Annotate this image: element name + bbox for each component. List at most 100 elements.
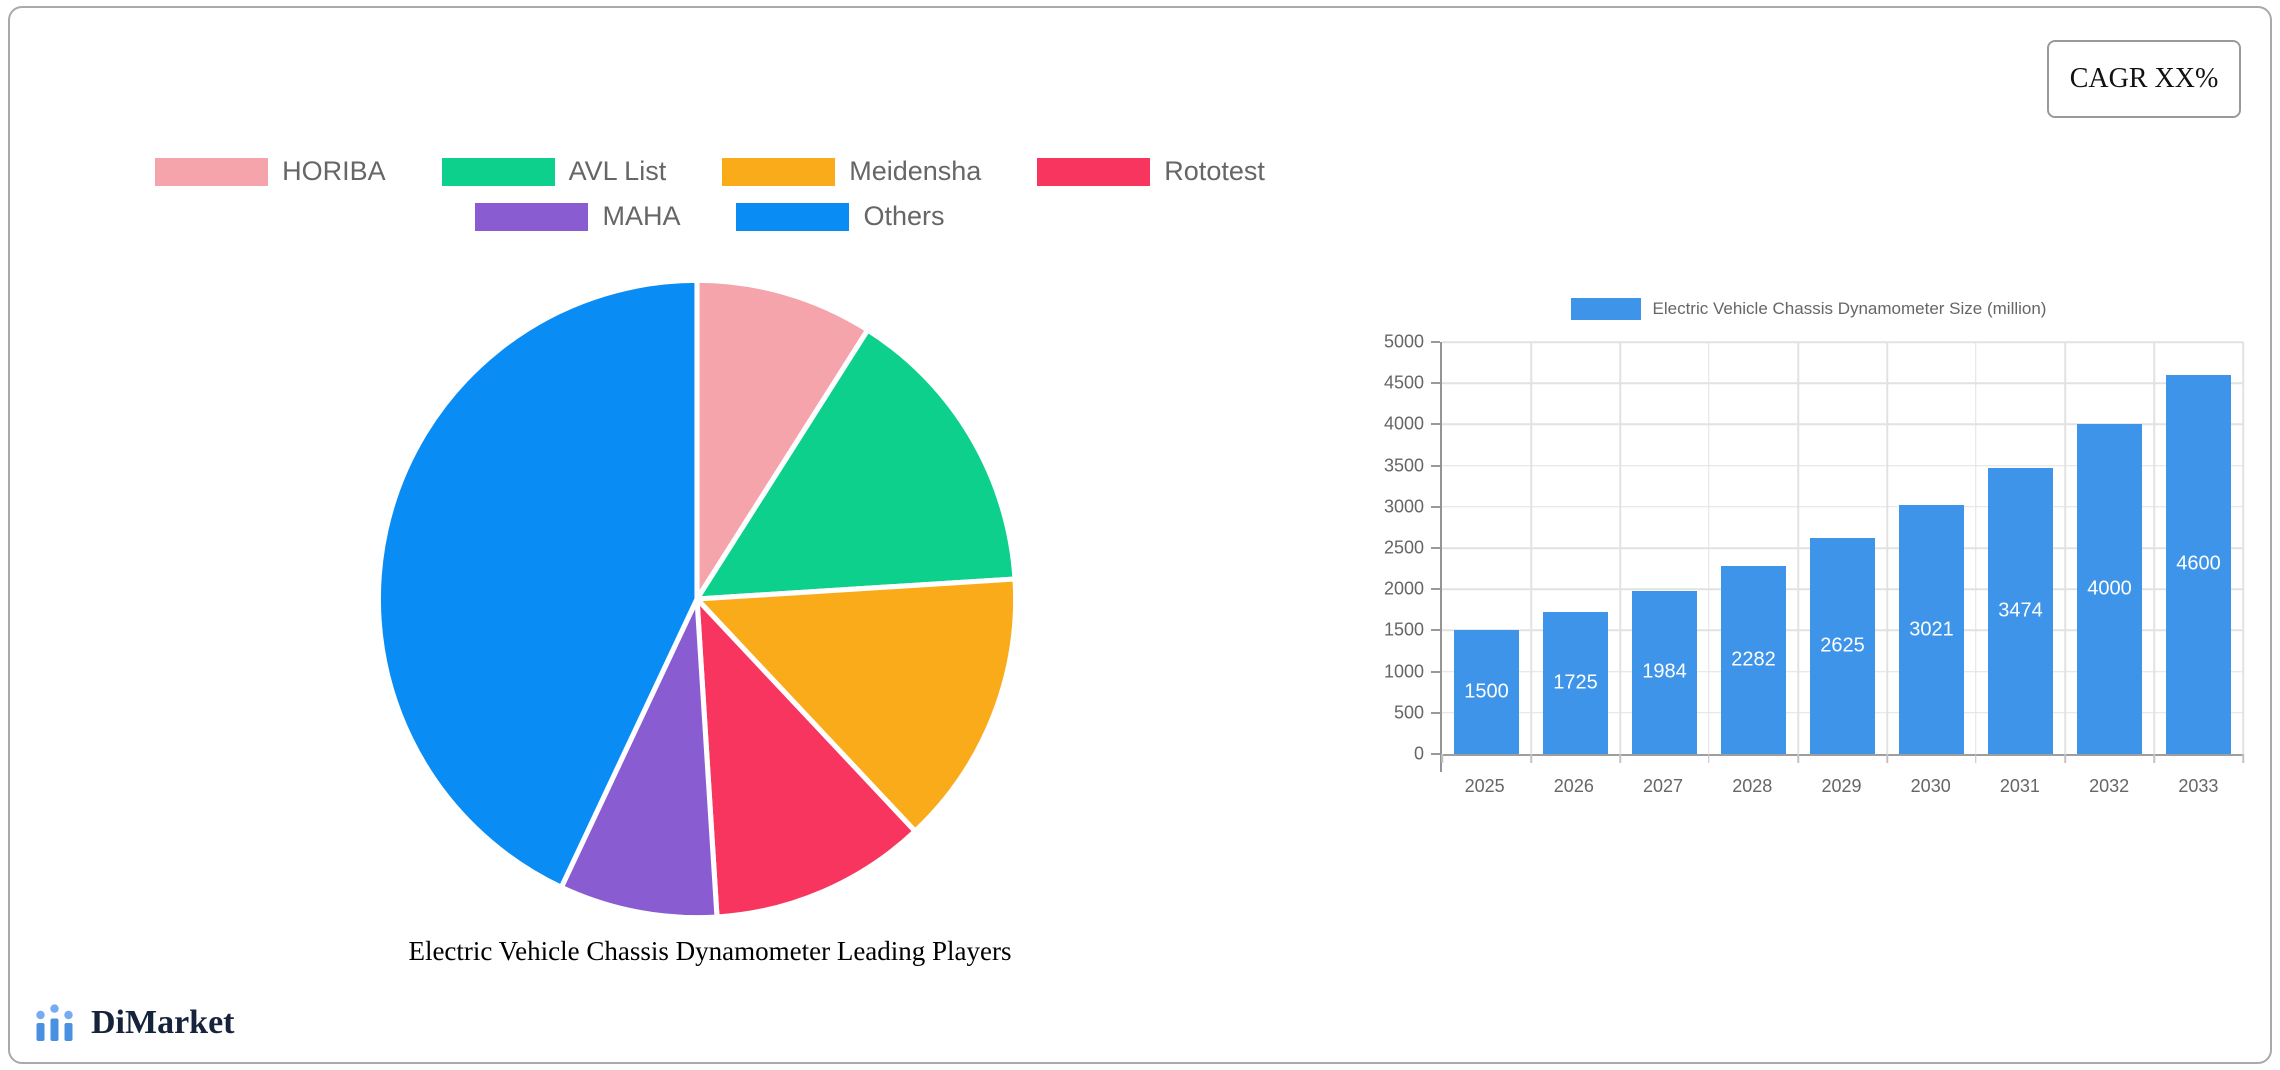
x-tick-label: 2030 bbox=[1910, 776, 1951, 796]
legend-item-horiba: HORIBA bbox=[155, 156, 386, 187]
legend-item-rototest: Rototest bbox=[1037, 156, 1265, 187]
x-axis-labels: 2025 2026 2027 2028 2029 2030 2031 2032 2033 bbox=[1440, 776, 2243, 797]
pie-legend-row: MAHA Others bbox=[10, 201, 1410, 232]
bar-legend-swatch bbox=[1570, 297, 1641, 320]
bar-value-label: 1500 bbox=[1464, 680, 1509, 703]
x-tick-mark bbox=[1797, 754, 1799, 763]
y-tick-label: 500 bbox=[1393, 702, 1424, 723]
bar-2031: 3474 bbox=[1988, 467, 2053, 754]
legend-item-meidensha: Meidensha bbox=[722, 156, 981, 187]
x-tick-mark bbox=[1708, 754, 1710, 763]
x-tick-label: 2032 bbox=[2089, 776, 2130, 796]
y-tick-label: 4500 bbox=[1383, 372, 1424, 393]
y-tick-mark bbox=[1431, 711, 1440, 714]
y-tick-label: 5000 bbox=[1383, 331, 1424, 352]
bar-chart-body: 0 500 1000 1500 2000 2500 3000 3500 4000 4500 5000… bbox=[1374, 332, 2244, 772]
bar-slot-2033: 4600 bbox=[2154, 342, 2243, 754]
legend-item-maha: MAHA bbox=[475, 201, 680, 232]
dimarket-logo: DiMarket bbox=[35, 1004, 235, 1042]
report-card: CAGR XX% HORIBA AVL List Meidensha Rototest… bbox=[8, 6, 2272, 1064]
legend-swatch-meidensha bbox=[722, 157, 836, 186]
bar-2029: 2625 bbox=[1810, 537, 1875, 754]
legend-label: Rototest bbox=[1164, 156, 1265, 186]
bar-slot-2032: 4000 bbox=[2065, 342, 2154, 754]
bar-chart: Electric Vehicle Chassis Dynamometer Siz… bbox=[1374, 296, 2244, 797]
bar-chart-logo-icon bbox=[36, 1004, 73, 1041]
x-tick-mark bbox=[1886, 754, 1888, 763]
bars-layer: 1500 1725 1984 2282 2625 3021 3474 4000 4600 bbox=[1442, 342, 2243, 754]
legend-label: HORIBA bbox=[282, 156, 386, 186]
bar-2026: 1725 bbox=[1543, 611, 1608, 754]
y-tick-mark bbox=[1431, 547, 1440, 549]
bar-2027: 1984 bbox=[1632, 590, 1697, 754]
legend-swatch-others bbox=[736, 202, 850, 231]
pie-legend-row: HORIBA AVL List Meidensha Rototest bbox=[10, 156, 1410, 187]
x-tick-label: 2027 bbox=[1643, 776, 1684, 796]
x-tick-mark bbox=[1530, 754, 1532, 763]
y-tick-mark bbox=[1431, 753, 1440, 755]
x-tick-label: 2033 bbox=[2178, 776, 2219, 796]
bar-legend-label: Electric Vehicle Chassis Dynamometer Siz… bbox=[1652, 298, 2047, 318]
bar-slot-2026: 1725 bbox=[1531, 342, 1620, 754]
bar-value-label: 4600 bbox=[2176, 552, 2221, 575]
x-tick-label: 2029 bbox=[1821, 776, 1862, 796]
bar-value-label: 4000 bbox=[2087, 577, 2132, 600]
y-tick-label: 0 bbox=[1413, 743, 1424, 764]
bar-slot-2028: 2282 bbox=[1709, 342, 1798, 754]
legend-swatch-maha bbox=[475, 202, 589, 231]
legend-swatch-horiba bbox=[155, 157, 269, 186]
pie-chart-title: Electric Vehicle Chassis Dynamometer Lea… bbox=[408, 936, 1012, 966]
legend-label: Meidensha bbox=[849, 156, 982, 186]
x-tick-mark bbox=[1975, 754, 1977, 763]
legend-swatch-rototest bbox=[1037, 157, 1151, 186]
x-tick-label: 2026 bbox=[1553, 776, 1594, 796]
legend-label: MAHA bbox=[602, 201, 681, 231]
y-axis: 0 500 1000 1500 2000 2500 3000 3500 4000 4500 5000 bbox=[1374, 332, 1440, 764]
bar-plot-area: 1500 1725 1984 2282 2625 3021 3474 4000 4600 bbox=[1440, 341, 2244, 772]
y-tick-label: 2500 bbox=[1383, 537, 1424, 558]
bar-value-label: 1725 bbox=[1553, 671, 1598, 694]
x-tick-mark bbox=[1619, 754, 1621, 763]
x-tick-label: 2025 bbox=[1464, 776, 1505, 796]
legend-item-avl-list: AVL List bbox=[441, 156, 667, 187]
legend-item-others: Others bbox=[736, 201, 945, 232]
bar-value-label: 2625 bbox=[1820, 634, 1865, 657]
y-tick-label: 4000 bbox=[1383, 413, 1424, 434]
x-tick-mark bbox=[2242, 754, 2244, 763]
y-tick-label: 3500 bbox=[1383, 455, 1424, 476]
cagr-badge: CAGR XX% bbox=[2047, 40, 2241, 118]
bar-2033: 4600 bbox=[2166, 374, 2231, 754]
legend-label: AVL List bbox=[568, 156, 667, 186]
y-tick-mark bbox=[1431, 505, 1440, 508]
y-tick-mark bbox=[1431, 670, 1440, 673]
y-tick-label: 1500 bbox=[1383, 619, 1424, 640]
y-tick-label: 2000 bbox=[1383, 578, 1424, 599]
bar-slot-2029: 2625 bbox=[1798, 342, 1887, 754]
y-tick-label: 3000 bbox=[1383, 496, 1424, 517]
legend-label: Others bbox=[863, 201, 945, 231]
bar-2030: 3021 bbox=[1899, 505, 1964, 754]
bar-slot-2030: 3021 bbox=[1887, 342, 1976, 754]
bar-slot-2025: 1500 bbox=[1442, 342, 1531, 754]
bar-value-label: 3474 bbox=[1998, 599, 2043, 622]
bar-2028: 2282 bbox=[1721, 565, 1786, 754]
y-tick-mark bbox=[1431, 464, 1440, 467]
y-tick-label: 1000 bbox=[1383, 661, 1424, 682]
pie-legend: HORIBA AVL List Meidensha Rototest MAHA Other… bbox=[10, 156, 1410, 232]
cagr-label: CAGR XX% bbox=[2069, 63, 2219, 94]
bar-value-label: 1984 bbox=[1642, 660, 1687, 683]
legend-swatch-avl-list bbox=[441, 157, 555, 186]
x-tick-label: 2028 bbox=[1732, 776, 1773, 796]
x-tick-mark bbox=[2064, 754, 2066, 763]
x-tick-mark bbox=[1441, 754, 1443, 763]
y-tick-mark bbox=[1431, 382, 1440, 385]
bar-chart-legend: Electric Vehicle Chassis Dynamometer Siz… bbox=[1374, 296, 2243, 321]
bar-2025: 1500 bbox=[1454, 630, 1519, 754]
bar-slot-2031: 3474 bbox=[1976, 342, 2065, 754]
pie-chart bbox=[375, 277, 1019, 921]
y-tick-mark bbox=[1431, 423, 1440, 426]
y-tick-mark bbox=[1431, 629, 1440, 632]
bar-value-label: 3021 bbox=[1909, 618, 1954, 641]
x-tick-label: 2031 bbox=[1999, 776, 2040, 796]
bar-value-label: 2282 bbox=[1731, 648, 1776, 671]
